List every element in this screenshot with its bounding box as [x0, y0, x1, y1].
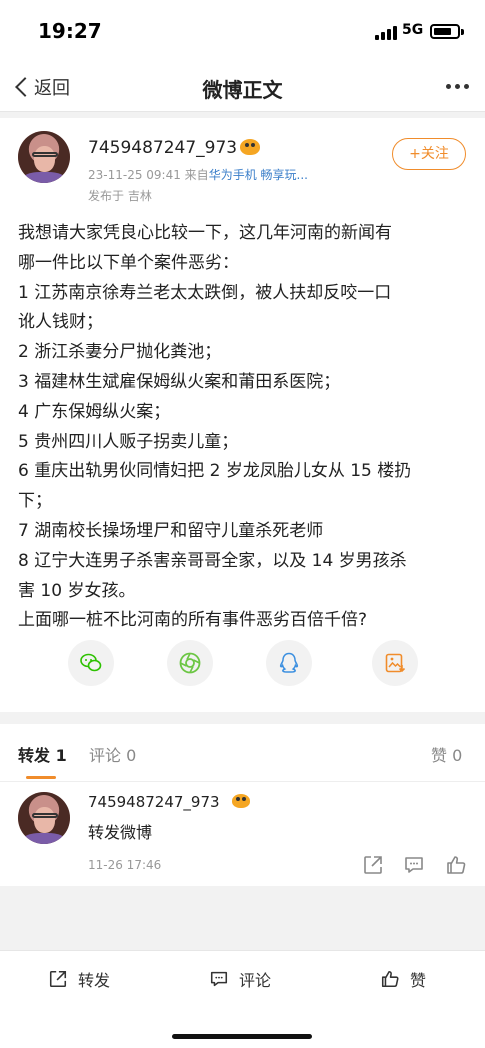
save-image-button[interactable] — [372, 640, 418, 686]
save-image-icon — [385, 653, 406, 673]
repost-avatar[interactable] — [18, 792, 70, 844]
post-line: 讹人钱财； — [18, 312, 103, 333]
bottom-comment-label: 评论 — [239, 971, 272, 990]
vip-badge-icon — [240, 139, 260, 155]
wechat-icon — [80, 653, 102, 672]
post-line: 害 10 岁女孩。 — [18, 580, 136, 601]
signal-icon — [375, 26, 397, 40]
repost-text: 转发微博 — [88, 823, 153, 842]
section-divider — [0, 712, 485, 724]
post-line: 我想请大家凭良心比较一下，这几年河南的新闻有 — [18, 223, 392, 243]
post-location: 发布于 吉林 — [88, 189, 152, 203]
bottom-comment-button[interactable]: 评论 — [209, 967, 271, 991]
like-icon[interactable] — [445, 854, 467, 876]
comment-icon — [210, 971, 228, 987]
author-name[interactable]: 7459487247_973 — [88, 138, 237, 158]
post-time-source: 23-11-25 09:41 来自 — [88, 168, 209, 182]
status-bar: 19:27 5G — [0, 0, 485, 62]
post-line: 2 浙江杀妻分尸抛化粪池； — [18, 342, 222, 363]
repost-time: 11-26 17:46 — [88, 858, 162, 872]
network-type: 5G — [402, 22, 424, 38]
post-line: 1 江苏南京徐寿兰老太太跌倒，被人扶却反咬一口 — [18, 282, 392, 303]
author-avatar[interactable] — [18, 131, 70, 183]
like-icon — [381, 970, 399, 988]
post-device-link[interactable]: 华为手机 畅享玩... — [209, 168, 308, 182]
post-body: 我想请大家凭良心比较一下，这几年河南的新闻有 哪一件比以下单个案件恶劣： 1 江… — [18, 219, 470, 636]
bottom-like-label: 赞 — [410, 971, 427, 990]
moments-icon — [179, 652, 201, 674]
comment-icon[interactable] — [403, 854, 425, 876]
battery-icon — [430, 24, 460, 39]
share-qq-button[interactable] — [266, 640, 312, 686]
share-wechat-button[interactable] — [68, 640, 114, 686]
share-moments-button[interactable] — [167, 640, 213, 686]
qq-icon — [279, 652, 299, 673]
bottom-repost-button[interactable]: 转发 — [48, 967, 110, 991]
repost-author[interactable]: 7459487247_973 — [88, 793, 220, 811]
post-line: 上面哪一桩不比河南的所有事件恶劣百倍千倍? — [18, 610, 368, 631]
tab-comment[interactable]: 评论 0 — [89, 742, 136, 766]
bottom-like-button[interactable]: 赞 — [380, 967, 426, 991]
tab-like[interactable]: 赞 0 — [431, 742, 462, 766]
vip-badge-icon — [232, 794, 250, 808]
post-line: 8 辽宁大连男子杀害亲哥哥全家，以及 14 岁男孩杀 — [18, 550, 407, 571]
follow-button[interactable]: +关注 — [392, 138, 466, 170]
post-line: 7 湖南校长操场埋尸和留守儿童杀死老师 — [18, 520, 324, 541]
bottom-repost-label: 转发 — [78, 971, 111, 990]
nav-bar: 返回 微博正文 — [0, 62, 485, 112]
share-row — [0, 640, 485, 690]
feedback-tabs: 转发 1 评论 0 赞 0 — [0, 724, 485, 782]
post-line: 5 贵州四川人贩子拐卖儿童； — [18, 431, 239, 452]
page-title: 微博正文 — [202, 78, 283, 102]
battery-tip — [461, 29, 464, 35]
post-line: 哪一件比以下单个案件恶劣： — [18, 252, 239, 273]
post-line: 3 福建林生斌雇保姆纵火案和莆田系医院； — [18, 371, 341, 392]
post-line: 4 广东保姆纵火案； — [18, 401, 171, 422]
home-indicator — [172, 1034, 312, 1039]
status-time: 19:27 — [38, 19, 102, 43]
active-tab-indicator — [26, 776, 56, 779]
post-line: 下； — [18, 491, 52, 512]
post-line: 6 重庆出轨男伙同情妇把 2 岁龙凤胎儿女从 15 楼扔 — [18, 461, 412, 482]
more-icon[interactable] — [446, 84, 469, 89]
repost-icon — [49, 970, 67, 988]
weibo-detail-page: 19:27 5G 返回 微博正文 7459487247_973 23-11-25… — [0, 0, 485, 1048]
tab-repost[interactable]: 转发 1 — [18, 742, 67, 766]
post-meta: 23-11-25 09:41 来自华为手机 畅享玩... — [88, 166, 308, 183]
repost-icon[interactable] — [362, 854, 384, 876]
